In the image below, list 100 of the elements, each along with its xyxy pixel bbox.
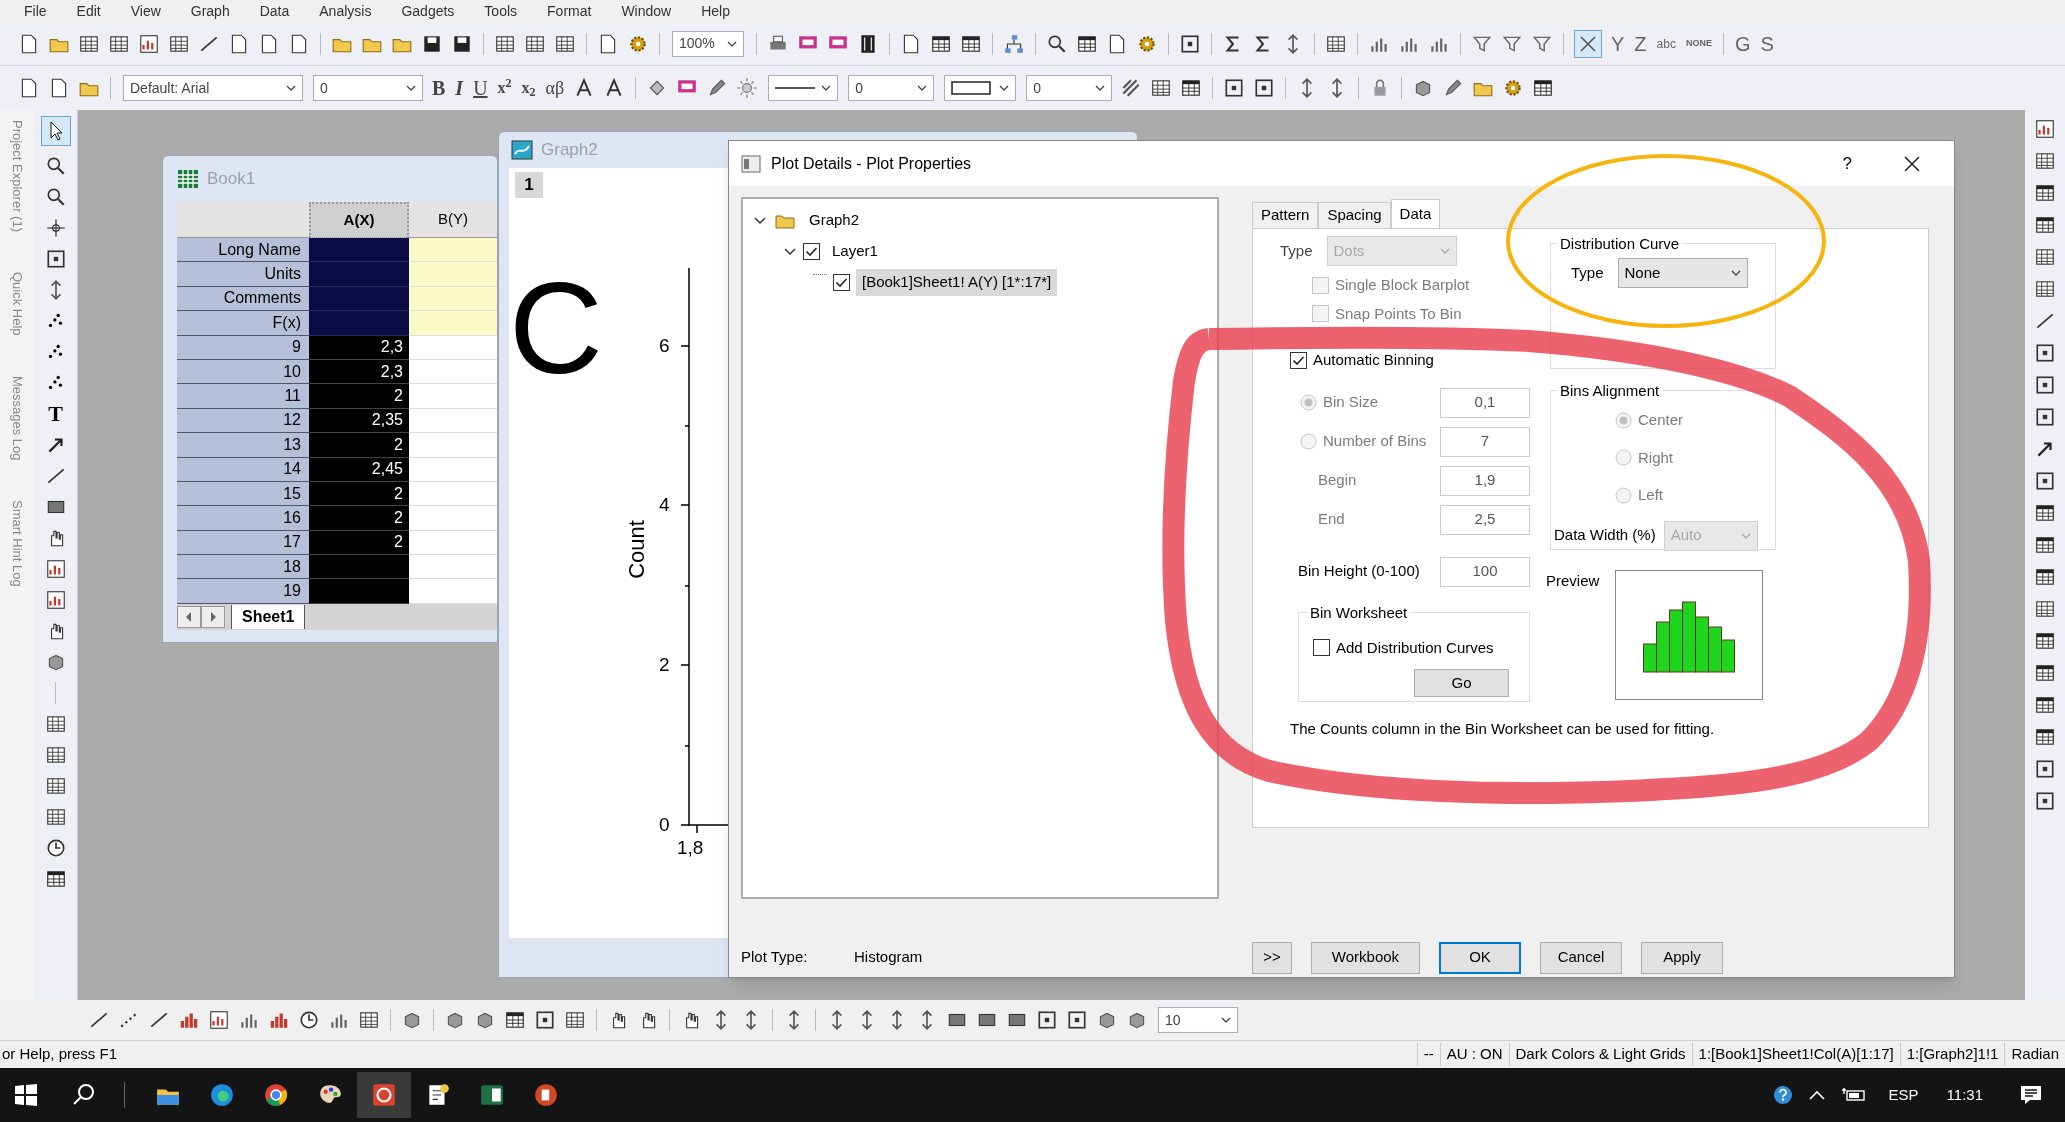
row-header[interactable]: 17: [177, 530, 309, 556]
browser-icon[interactable]: [263, 1082, 289, 1108]
format-button[interactable]: x$^{2}$: [492, 76, 517, 100]
spreadsheet-icon[interactable]: [479, 1082, 505, 1108]
graph-icon[interactable]: [208, 1009, 230, 1031]
tree-item[interactable]: Graph2: [803, 207, 866, 234]
dialog-button[interactable]: OK: [1439, 941, 1521, 974]
frame-icon[interactable]: [534, 1009, 556, 1031]
row-header[interactable]: 14: [177, 457, 309, 482]
frame-icon[interactable]: [2034, 342, 2056, 364]
tab[interactable]: Spacing: [1318, 202, 1391, 228]
table-icon[interactable]: [2034, 182, 2056, 204]
scroll-left-icon[interactable]: [177, 605, 201, 628]
worksheet-icon[interactable]: [2034, 246, 2056, 268]
border-width-dropdown[interactable]: 0: [1026, 75, 1113, 101]
table-cell[interactable]: 2: [309, 530, 409, 556]
clock-text[interactable]: 11:31: [1946, 1083, 1983, 1107]
frame-icon[interactable]: [2034, 758, 2056, 780]
pen-icon[interactable]: [706, 77, 729, 99]
worksheet-icon[interactable]: [44, 713, 67, 735]
row-header[interactable]: Units: [177, 262, 309, 287]
line-width-dropdown[interactable]: 0: [848, 75, 935, 101]
go-button[interactable]: Go: [1414, 669, 1509, 697]
border-style-dropdown[interactable]: [944, 75, 1017, 101]
table-icon[interactable]: [2034, 534, 2056, 556]
table-cell[interactable]: 2: [309, 433, 409, 458]
row-header[interactable]: Comments: [177, 286, 309, 312]
checkbox[interactable]: [1313, 639, 1330, 657]
table-icon[interactable]: [2034, 662, 2056, 684]
pen-icon[interactable]: [1442, 77, 1465, 99]
frame-icon[interactable]: [1223, 77, 1246, 99]
tab[interactable]: Pattern: [1252, 202, 1319, 228]
format-button[interactable]: B: [427, 73, 451, 103]
frame-icon[interactable]: [2034, 470, 2056, 492]
worksheet-icon[interactable]: [2034, 278, 2056, 300]
text-tool-button[interactable]: T: [48, 403, 63, 425]
dialog-button[interactable]: >>: [1252, 941, 1292, 974]
worksheet-icon[interactable]: [2034, 150, 2056, 172]
menu-item[interactable]: View: [130, 0, 161, 22]
dialog-button[interactable]: Workbook: [1311, 941, 1420, 974]
font-size-dropdown[interactable]: 0: [313, 75, 423, 101]
table-icon[interactable]: [2034, 630, 2056, 652]
row-header[interactable]: F(x): [177, 311, 309, 336]
format-button[interactable]: x$_{2}$: [516, 76, 541, 100]
graph-icon[interactable]: [2034, 118, 2056, 140]
toolbar-button[interactable]: S: [1755, 28, 1779, 59]
table-cell[interactable]: [309, 238, 409, 263]
table-icon[interactable]: [2034, 726, 2056, 748]
table-cell[interactable]: [309, 262, 409, 287]
windows-logo-icon[interactable]: [14, 1083, 38, 1107]
frame-icon[interactable]: [1036, 1009, 1058, 1031]
frame-icon[interactable]: [2034, 374, 2056, 396]
toolbar-button[interactable]: G: [1729, 28, 1756, 59]
format-button[interactable]: αβ: [540, 74, 570, 102]
table-icon[interactable]: [44, 868, 67, 890]
table-cell[interactable]: 2,3: [309, 335, 409, 360]
graph-icon[interactable]: [138, 32, 160, 55]
row-header[interactable]: 11: [177, 384, 309, 409]
font-dropdown[interactable]: Default: Arial: [123, 75, 303, 101]
table-icon[interactable]: [2034, 694, 2056, 716]
table-icon[interactable]: [2034, 566, 2056, 588]
table-icon[interactable]: [2034, 214, 2056, 236]
dialog-button[interactable]: Cancel: [1540, 941, 1622, 974]
frame-icon[interactable]: [1179, 32, 1201, 55]
column-header[interactable]: A(X): [309, 202, 409, 238]
table-icon[interactable]: [1532, 77, 1555, 99]
label-button[interactable]: NONE: [1680, 36, 1717, 51]
table-cell[interactable]: 2: [309, 506, 409, 531]
menu-item[interactable]: Tools: [484, 0, 518, 22]
table-cell[interactable]: 2: [309, 384, 409, 409]
menu-item[interactable]: Format: [547, 0, 592, 22]
scroll-right-icon[interactable]: [201, 605, 225, 628]
table-icon[interactable]: [2034, 502, 2056, 524]
notification-icon[interactable]: [2019, 1084, 2043, 1106]
menu-item[interactable]: Gadgets: [401, 0, 455, 22]
worksheet-icon[interactable]: [44, 775, 67, 797]
browser-icon[interactable]: [209, 1082, 235, 1108]
menu-item[interactable]: Graph: [190, 0, 230, 22]
graph-icon[interactable]: [44, 558, 67, 580]
help-button[interactable]: ?: [1842, 150, 1852, 177]
table-cell[interactable]: [309, 311, 409, 336]
presentation-icon[interactable]: [533, 1082, 559, 1108]
worksheet-icon[interactable]: [44, 744, 67, 766]
clock-icon[interactable]: [298, 1009, 320, 1031]
checkbox[interactable]: [833, 274, 850, 291]
sheet-tab[interactable]: Sheet1: [231, 604, 306, 629]
row-header[interactable]: 19: [177, 579, 309, 604]
tree-item[interactable]: [Book1]Sheet1! A(Y) [1*:17*]: [856, 269, 1058, 296]
checkbox[interactable]: [1290, 351, 1307, 369]
table-cell[interactable]: [309, 555, 409, 580]
label-button[interactable]: abc: [1651, 34, 1681, 53]
type-dropdown[interactable]: None: [1617, 258, 1748, 288]
row-header[interactable]: 10: [177, 359, 309, 385]
menu-item[interactable]: File: [24, 0, 47, 22]
crosshair-icon[interactable]: [44, 217, 67, 239]
worksheet-icon[interactable]: [44, 806, 67, 828]
input-field[interactable]: 100: [1440, 556, 1530, 587]
table-cell[interactable]: 2,35: [309, 408, 409, 434]
menu-item[interactable]: Data: [259, 0, 290, 22]
x-axis-toggle-icon[interactable]: [1574, 29, 1602, 58]
